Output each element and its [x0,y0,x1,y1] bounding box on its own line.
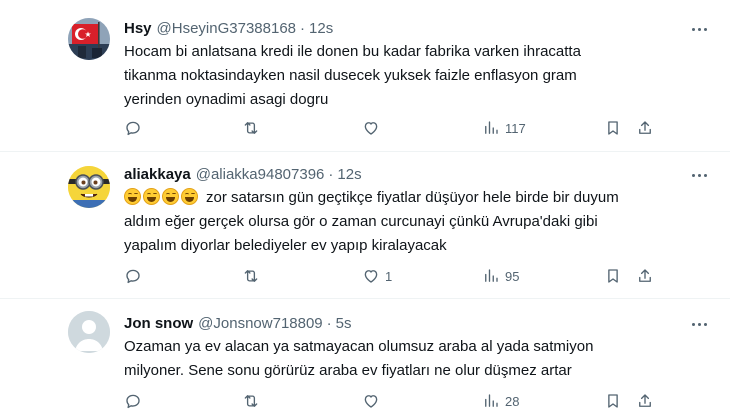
tweet-text-line: Hocam bi anlatsana kredi ile donen bu ka… [124,43,581,60]
tweet-text-line: yerinden oynadimi asagi dogru [124,91,329,108]
tweet-actions: 117 [124,118,664,138]
tweet-text-line: zor satarsın gün geçtikçe fiyatlar düşüy… [124,186,644,210]
tweet-header: Jon snow @Jonsnow718809 · 5s [124,315,352,332]
author-handle[interactable]: @HseyinG37388168 [157,20,296,37]
tweet-text: Ozaman ya ev alacan ya satmayacan olumsu… [124,335,644,383]
reply-icon [126,269,140,284]
share-icon [639,394,651,407]
views-button[interactable]: 117 [482,118,526,138]
like-button[interactable] [362,118,385,138]
like-button[interactable] [362,391,385,411]
retweet-button[interactable] [242,118,265,138]
retweet-button[interactable] [242,391,265,411]
tweet-text-line: Ozaman ya ev alacan ya satmayacan olumsu… [124,338,594,355]
like-button[interactable]: 1 [362,266,392,286]
bookmark-button[interactable] [604,391,622,411]
avatar-minion[interactable] [68,166,110,208]
tweet-2[interactable]: aliakkaya @aliakka94807396 · 12s zor sat… [0,152,730,298]
retweet-button[interactable] [242,266,265,286]
tweet-text-line: tikanma noktasindayken nasil dusecek yuk… [124,67,577,84]
like-icon [364,122,378,135]
tweet-text: zor satarsın gün geçtikçe fiyatlar düşüy… [124,186,644,258]
minion-avatar-image [68,166,110,208]
tweet-1[interactable]: Hsy @HseyinG37388168 · 12s Hocam bi anla… [0,0,730,152]
tweet-actions: 1 95 [124,266,664,286]
avatar-default[interactable] [68,311,110,353]
tweet-text-line: milyoner. Sene sonu görürüz araba ev fiy… [124,362,572,379]
share-button[interactable] [636,391,654,411]
flag-avatar-image [68,18,110,60]
tweet-text: Hocam bi anlatsana kredi ile donen bu ka… [124,40,644,112]
timestamp[interactable]: 5s [336,315,352,332]
share-icon [639,269,651,282]
tweet-text-line: yapalım diyorlar belediyeler ev yapıp ki… [124,237,447,254]
separator-dot: · [326,315,332,332]
views-button[interactable]: 28 [482,391,519,411]
tweet-text-fragment: zor satarsın gün geçtikçe fiyatlar düşüy… [206,189,619,206]
views-icon [485,121,498,134]
author-handle[interactable]: @Jonsnow718809 [198,315,322,332]
timestamp[interactable]: 12s [337,166,361,183]
avatar-flag[interactable] [68,18,110,60]
views-icon [485,394,498,407]
bookmark-icon [608,269,618,283]
more-icon[interactable] [688,165,710,185]
tweet-header: aliakkaya @aliakka94807396 · 12s [124,166,362,183]
reply-button[interactable] [124,391,147,411]
share-button[interactable] [636,118,654,138]
rolling-laughing-emoji-icon [181,188,198,205]
like-icon [364,270,378,283]
tweet-actions: 28 [124,391,664,411]
default-avatar-image [68,311,110,353]
share-button[interactable] [636,266,654,286]
author-handle[interactable]: @aliakka94807396 [196,166,325,183]
views-button[interactable]: 95 [482,266,519,286]
reply-button[interactable] [124,118,147,138]
reply-button[interactable] [124,266,147,286]
laughing-emoji-group [124,188,200,205]
tweet-text-line: aldım eğer gerçek olursa gör o zaman cur… [124,213,598,230]
retweet-icon [244,395,258,407]
like-icon [364,395,378,408]
bookmark-button[interactable] [604,118,622,138]
more-icon[interactable] [688,19,710,39]
tweet-3[interactable]: Jon snow @Jonsnow718809 · 5s Ozaman ya e… [0,299,730,420]
more-icon[interactable] [688,314,710,334]
reply-icon [126,394,140,409]
retweet-icon [244,270,258,282]
author-name[interactable]: aliakkaya [124,166,191,183]
bookmark-button[interactable] [604,266,622,286]
rolling-laughing-emoji-icon [124,188,141,205]
timestamp[interactable]: 12s [309,20,333,37]
views-icon [485,269,498,282]
bookmark-icon [608,121,618,135]
author-name[interactable]: Jon snow [124,315,193,332]
tweet-header: Hsy @HseyinG37388168 · 12s [124,20,333,37]
rolling-laughing-emoji-icon [162,188,179,205]
rolling-laughing-emoji-icon [143,188,160,205]
author-name[interactable]: Hsy [124,20,152,37]
separator-dot: · [300,20,306,37]
separator-dot: · [328,166,334,183]
share-icon [639,121,651,134]
retweet-icon [244,122,258,134]
bookmark-icon [608,394,618,408]
reply-icon [126,121,140,136]
